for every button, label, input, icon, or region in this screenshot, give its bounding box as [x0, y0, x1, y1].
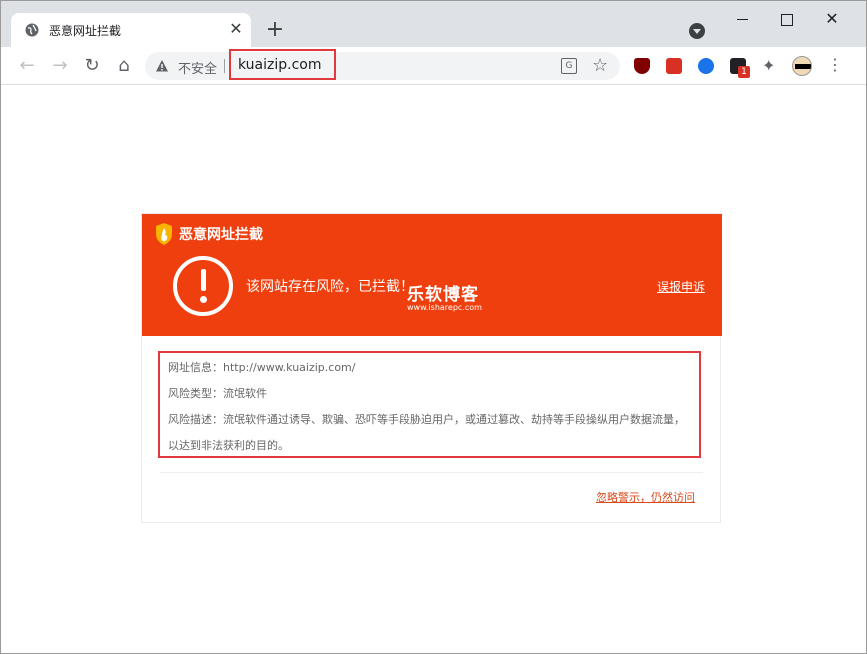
header-title: 恶意网址拦截 — [179, 227, 263, 243]
downloader-extension-icon[interactable] — [698, 58, 714, 74]
notification-extension-icon[interactable]: 1 — [730, 58, 750, 78]
ublock-extension-icon[interactable] — [634, 58, 650, 74]
globe-icon — [25, 23, 39, 37]
page-content: 恶意网址拦截 该网站存在风险，已拦截！ 乐软博客 www.isharepc.co… — [1, 86, 866, 653]
tab-search-icon[interactable] — [689, 23, 705, 39]
address-bar[interactable]: 不安全 kuaizip.com G ☆ — [145, 49, 620, 80]
alert-exclamation-icon — [173, 256, 233, 316]
omnibox-separator — [224, 59, 225, 73]
risk-info-box: 网址信息：http://www.kuaizip.com/ 风险类型：流氓软件 风… — [158, 351, 701, 458]
tab-close-icon[interactable]: ✕ — [227, 20, 245, 38]
block-header: 恶意网址拦截 该网站存在风险，已拦截！ 乐软博客 www.isharepc.co… — [142, 214, 722, 336]
watermark: 乐软博客 www.isharepc.com — [407, 280, 482, 312]
site-label: 网址信息： — [168, 361, 223, 374]
warning-icon[interactable] — [155, 59, 169, 73]
desc-value: 流氓软件通过诱导、欺骗、恐吓等手段胁迫用户，或通过篡改、劫持等手段操纵用户数据流… — [168, 413, 685, 452]
site-value: http://www.kuaizip.com/ — [223, 361, 356, 374]
profile-avatar[interactable] — [792, 56, 812, 76]
translate-icon[interactable]: G — [561, 58, 577, 74]
new-tab-button[interactable]: + — [263, 19, 287, 43]
extension-badge: 1 — [738, 66, 750, 78]
tab-strip: 恶意网址拦截 ✕ + ✕ — [1, 1, 866, 47]
back-arrow-icon[interactable]: ← — [15, 54, 39, 78]
reload-icon[interactable]: ↻ — [80, 54, 104, 78]
block-card: 恶意网址拦截 该网站存在风险，已拦截！ 乐软博客 www.isharepc.co… — [141, 213, 722, 523]
password-extension-icon[interactable] — [666, 58, 682, 74]
close-window-button[interactable]: ✕ — [822, 11, 842, 27]
tab-title: 恶意网址拦截 — [49, 24, 122, 38]
maximize-button[interactable] — [777, 11, 797, 27]
menu-dots-icon[interactable]: ⋮ — [827, 55, 843, 75]
tab-active[interactable]: 恶意网址拦截 ✕ — [11, 13, 251, 47]
watermark-sub: www.isharepc.com — [407, 303, 482, 312]
browser-window: 恶意网址拦截 ✕ + ✕ ← → ↻ ⌂ 不安全 kuaizip.com G ☆ — [0, 0, 867, 654]
type-label: 风险类型： — [168, 387, 223, 400]
risk-message: 该网站存在风险，已拦截！ — [246, 279, 414, 295]
appeal-link[interactable]: 误报申诉 — [657, 278, 705, 295]
shield-flame-icon — [156, 223, 172, 245]
watermark-main: 乐软博客 — [407, 285, 479, 305]
url-text[interactable]: kuaizip.com — [238, 57, 322, 73]
divider — [160, 472, 703, 473]
browser-toolbar: ← → ↻ ⌂ 不安全 kuaizip.com G ☆ 1 ✦ ⋮ — [1, 47, 866, 85]
site-info-line: 网址信息：http://www.kuaizip.com/ — [168, 355, 691, 381]
security-label[interactable]: 不安全 — [178, 58, 217, 77]
minimize-button[interactable] — [733, 11, 753, 27]
desc-info-line: 风险描述：流氓软件通过诱导、欺骗、恐吓等手段胁迫用户，或通过篡改、劫持等手段操纵… — [168, 407, 691, 459]
home-icon[interactable]: ⌂ — [112, 54, 136, 78]
type-value: 流氓软件 — [223, 387, 267, 400]
extensions-puzzle-icon[interactable]: ✦ — [762, 56, 775, 75]
type-info-line: 风险类型：流氓软件 — [168, 381, 691, 407]
desc-label: 风险描述： — [168, 413, 223, 426]
bookmark-star-icon[interactable]: ☆ — [592, 55, 608, 76]
forward-arrow-icon[interactable]: → — [48, 54, 72, 78]
ignore-warning-link[interactable]: 忽略警示，仍然访问 — [596, 489, 695, 505]
